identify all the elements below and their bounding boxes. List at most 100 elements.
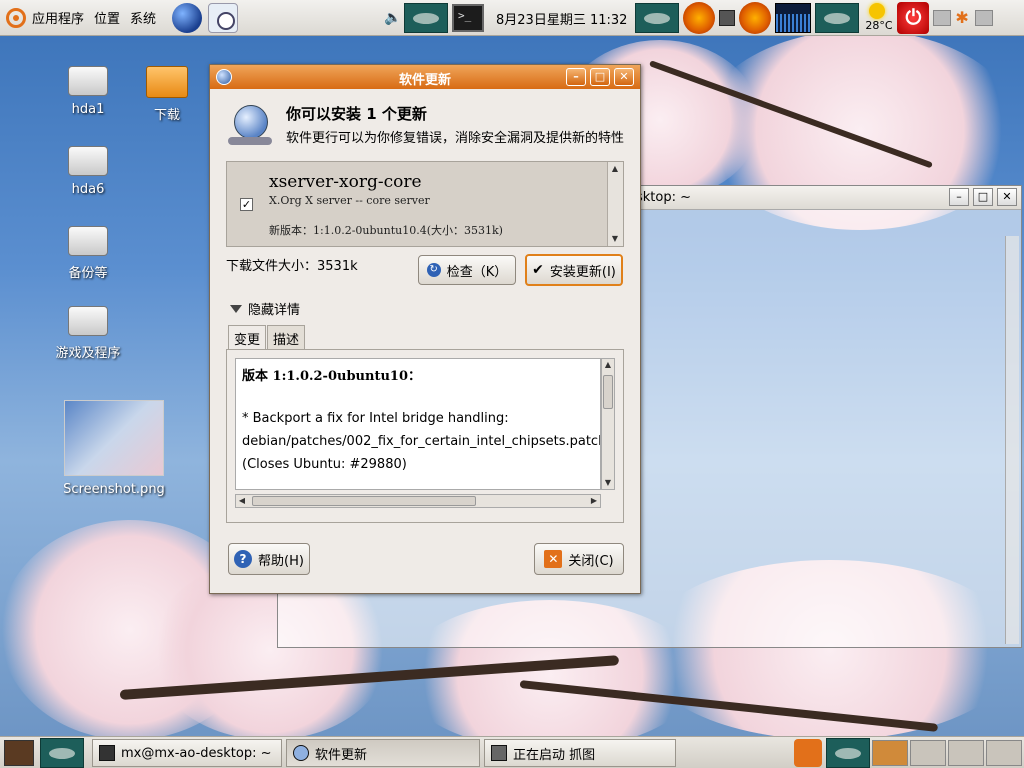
update-notifier-icon[interactable]: ✱ — [955, 10, 971, 26]
changelog-view[interactable]: 版本 1:1.0.2-0ubuntu10： * Backport a fix f… — [235, 358, 601, 490]
task-screenshot[interactable]: 正在启动 抓图 — [484, 739, 676, 767]
changelog-vscrollbar[interactable]: ▲ ▼ — [601, 358, 615, 490]
package-version: 新版本：1:1.0.2-0ubuntu10.4(大小：3531k) — [269, 224, 503, 237]
show-desktop-icon[interactable] — [4, 740, 34, 766]
check-button-label: 检查（K） — [446, 264, 508, 280]
ubuntu-logo-icon[interactable] — [6, 7, 26, 28]
folder-icon — [146, 66, 188, 98]
fish-icon[interactable] — [826, 738, 870, 768]
fish-icon[interactable] — [404, 3, 448, 33]
install-button-label: 安装更新(I) — [549, 264, 616, 280]
drive-icon — [68, 66, 108, 96]
terminal-scrollbar[interactable] — [1005, 236, 1019, 644]
scroll-thumb[interactable] — [252, 496, 476, 506]
desktop-icon-label: hda6 — [71, 182, 105, 197]
close-button-label: 关闭(C) — [568, 553, 614, 569]
scroll-left-arrow-icon[interactable]: ◀ — [236, 495, 248, 507]
workspace-4[interactable] — [986, 740, 1022, 766]
desktop-icon-label: 备份等 — [68, 266, 108, 281]
weather-icon[interactable]: 28°C — [863, 2, 893, 34]
bottom-panel: mx@mx-ao-desktop: ~ 软件更新 正在启动 抓图 — [0, 736, 1024, 768]
changelog-line: * Backport a fix for Intel bridge handli… — [242, 411, 509, 426]
cpu-monitor-icon[interactable] — [775, 3, 812, 33]
fish-icon[interactable] — [635, 3, 680, 33]
fish-icon[interactable] — [815, 3, 860, 33]
minimize-button[interactable]: – — [949, 188, 969, 206]
desktop-icon-hda1[interactable]: hda1 — [43, 66, 133, 117]
network-icon[interactable] — [719, 10, 736, 26]
install-updates-button[interactable]: ✔ 安装更新(I) — [525, 254, 623, 286]
terminal-icon — [99, 745, 115, 761]
trash-icon[interactable] — [794, 739, 822, 767]
sun-icon — [869, 3, 886, 19]
speaker-icon[interactable]: 🔈 — [384, 10, 401, 26]
workspace-2[interactable] — [910, 740, 946, 766]
check-button[interactable]: ↻ 检查（K） — [418, 255, 516, 285]
desktop-icon-downloads[interactable]: 下载 — [122, 66, 212, 123]
scroll-down-arrow-icon[interactable]: ▼ — [608, 232, 622, 246]
update-checkbox[interactable]: ✓ — [240, 198, 253, 211]
desktop-icon-backup[interactable]: 备份等 — [43, 226, 133, 281]
tab-description[interactable]: 描述 — [267, 325, 306, 349]
scroll-down-arrow-icon[interactable]: ▼ — [602, 477, 614, 489]
details-expander[interactable]: 隐藏详情 — [230, 299, 300, 318]
temperature-label: 28°C — [865, 19, 893, 32]
changelog-line: (Closes Ubuntu: #29880) — [242, 457, 407, 472]
maximize-button[interactable]: □ — [590, 68, 610, 86]
fish-icon[interactable] — [40, 738, 84, 768]
desktop-icon-label: 下载 — [153, 108, 180, 123]
menu-applications[interactable]: 应用程序 — [32, 8, 84, 27]
update-list: ✓ xserver-xorg-core X.Org X server -- co… — [226, 161, 624, 247]
image-thumbnail-icon — [64, 400, 164, 476]
scroll-up-arrow-icon[interactable]: ▲ — [608, 162, 622, 176]
package-description: X.Org X server -- core server — [269, 194, 430, 207]
changelog-hscrollbar[interactable]: ◀ ▶ — [235, 494, 601, 508]
drive-tray-icon[interactable] — [975, 10, 994, 26]
power-icon[interactable]: ⏻ — [897, 2, 930, 34]
task-software-update[interactable]: 软件更新 — [286, 739, 480, 767]
dialog-titlebar[interactable]: 软件更新 – □ ✕ — [210, 65, 640, 89]
update-list-scrollbar[interactable]: ▲ ▼ — [607, 162, 623, 246]
system-tray: 🔈 >_ 8月23日星期三 11:32 28°C ⏻ ✱ — [384, 2, 997, 34]
desktop-icon-games[interactable]: 游戏及程序 — [43, 306, 133, 361]
details-tabs: 变更 描述 — [228, 325, 306, 350]
terminal-icon[interactable]: >_ — [452, 4, 484, 32]
scroll-right-arrow-icon[interactable]: ▶ — [588, 495, 600, 507]
clock-datetime[interactable]: 8月23日星期三 11:32 — [496, 9, 627, 28]
scroll-thumb[interactable] — [603, 375, 613, 409]
close-dialog-button[interactable]: ✕ 关闭(C) — [534, 543, 624, 575]
checkmark-icon: ✔ — [532, 262, 544, 278]
workspace-3[interactable] — [948, 740, 984, 766]
minimize-button[interactable]: – — [566, 68, 586, 86]
package-name: xserver-xorg-core — [269, 172, 422, 192]
workspace-1[interactable] — [872, 740, 908, 766]
close-button[interactable]: ✕ — [614, 68, 634, 86]
close-icon: ✕ — [544, 550, 563, 568]
software-update-dialog: 软件更新 – □ ✕ 你可以安装 1 个更新 软件更行可以为你修复错误，消除安全… — [209, 64, 641, 594]
update-icon — [293, 745, 309, 761]
maximize-button[interactable]: □ — [973, 188, 993, 206]
drive-tray-icon[interactable] — [933, 10, 952, 26]
drive-icon — [68, 146, 108, 176]
scroll-up-arrow-icon[interactable]: ▲ — [602, 359, 614, 371]
changelog-line: debian/patches/002_fix_for_certain_intel… — [242, 434, 601, 449]
help-button[interactable]: ? 帮助(H) — [228, 543, 310, 575]
globe-icon[interactable] — [172, 2, 203, 33]
expander-label: 隐藏详情 — [248, 303, 301, 318]
menu-places[interactable]: 位置 — [94, 8, 120, 27]
task-terminal[interactable]: mx@mx-ao-desktop: ~ — [92, 739, 282, 767]
help-button-label: 帮助(H) — [258, 553, 304, 569]
close-button[interactable]: ✕ — [997, 188, 1017, 206]
desktop-icon-hda6[interactable]: hda6 — [43, 146, 133, 197]
wave-icon[interactable] — [739, 2, 772, 34]
mail-clock-icon[interactable] — [208, 2, 239, 33]
dialog-heading: 你可以安装 1 个更新 — [286, 105, 427, 123]
dialog-subheading: 软件更行可以为你修复错误，消除安全漏洞及提供新的特性 — [286, 131, 625, 146]
task-label: 正在启动 抓图 — [513, 747, 596, 763]
update-row[interactable]: ✓ xserver-xorg-core X.Org X server -- co… — [227, 162, 607, 246]
wave-icon[interactable] — [683, 2, 716, 34]
tab-changes[interactable]: 变更 — [228, 325, 267, 350]
desktop-icon-screenshot[interactable]: Screenshot.png — [59, 400, 169, 497]
menu-system[interactable]: 系统 — [130, 8, 156, 27]
camera-icon — [491, 745, 507, 761]
